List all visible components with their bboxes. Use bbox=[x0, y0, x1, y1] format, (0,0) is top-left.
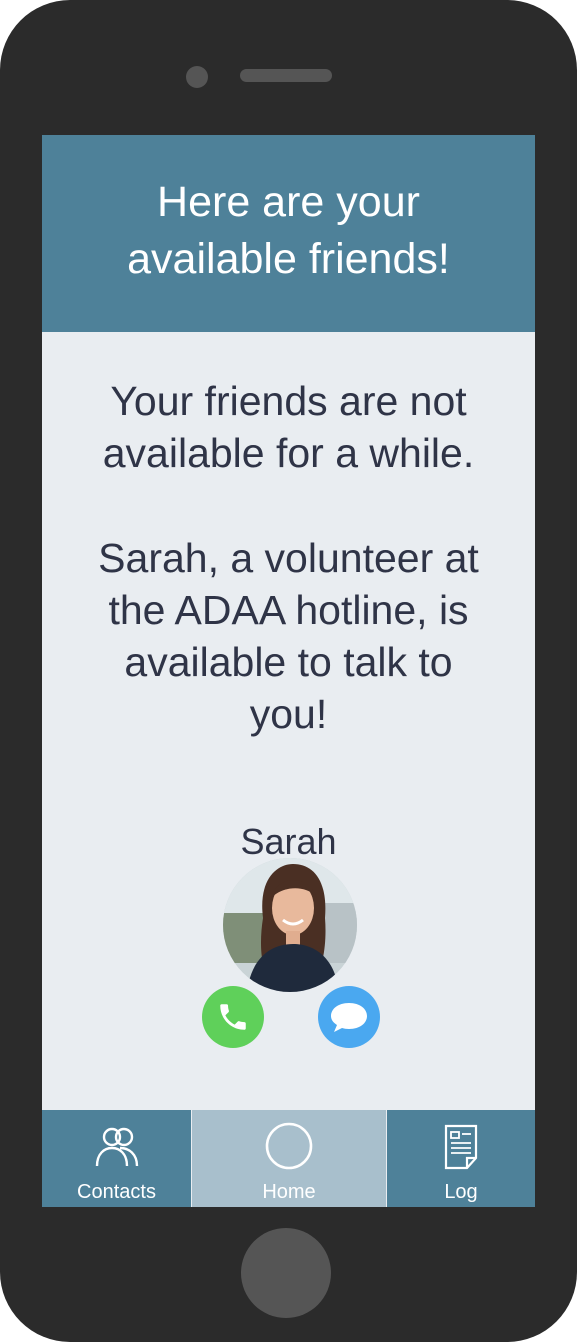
hardware-home-button[interactable] bbox=[241, 1228, 331, 1318]
phone-icon bbox=[220, 1004, 246, 1030]
earpiece-speaker bbox=[240, 69, 332, 82]
document-icon bbox=[444, 1124, 478, 1170]
message-button[interactable] bbox=[318, 986, 380, 1048]
call-button[interactable] bbox=[202, 986, 264, 1048]
unavailable-message: Your friends are not available for a whi… bbox=[102, 378, 475, 476]
circle-home-icon bbox=[265, 1122, 313, 1170]
chat-bubble-icon bbox=[331, 1003, 367, 1032]
header: Here are your available friends! bbox=[42, 135, 535, 332]
tab-contacts[interactable]: Contacts bbox=[42, 1110, 191, 1207]
tab-home-label: Home bbox=[262, 1181, 316, 1203]
screen: Here are your available friends! Your fr… bbox=[42, 135, 535, 1207]
avatar bbox=[223, 858, 357, 992]
avatar-photo bbox=[223, 858, 357, 992]
contacts-icon bbox=[95, 1127, 138, 1167]
tab-bar: Contacts Home Log bbox=[42, 1110, 535, 1207]
page-title: Here are your available friends! bbox=[127, 177, 450, 283]
tab-home[interactable]: Home bbox=[192, 1110, 386, 1207]
volunteer-message: Sarah, a volunteer at the ADAA hotline, … bbox=[98, 535, 479, 737]
tab-contacts-label: Contacts bbox=[77, 1181, 156, 1203]
front-camera bbox=[186, 66, 208, 88]
phone-frame: Here are your available friends! Your fr… bbox=[0, 0, 577, 1342]
tab-log-label: Log bbox=[444, 1181, 478, 1203]
tab-log[interactable]: Log bbox=[387, 1110, 535, 1207]
